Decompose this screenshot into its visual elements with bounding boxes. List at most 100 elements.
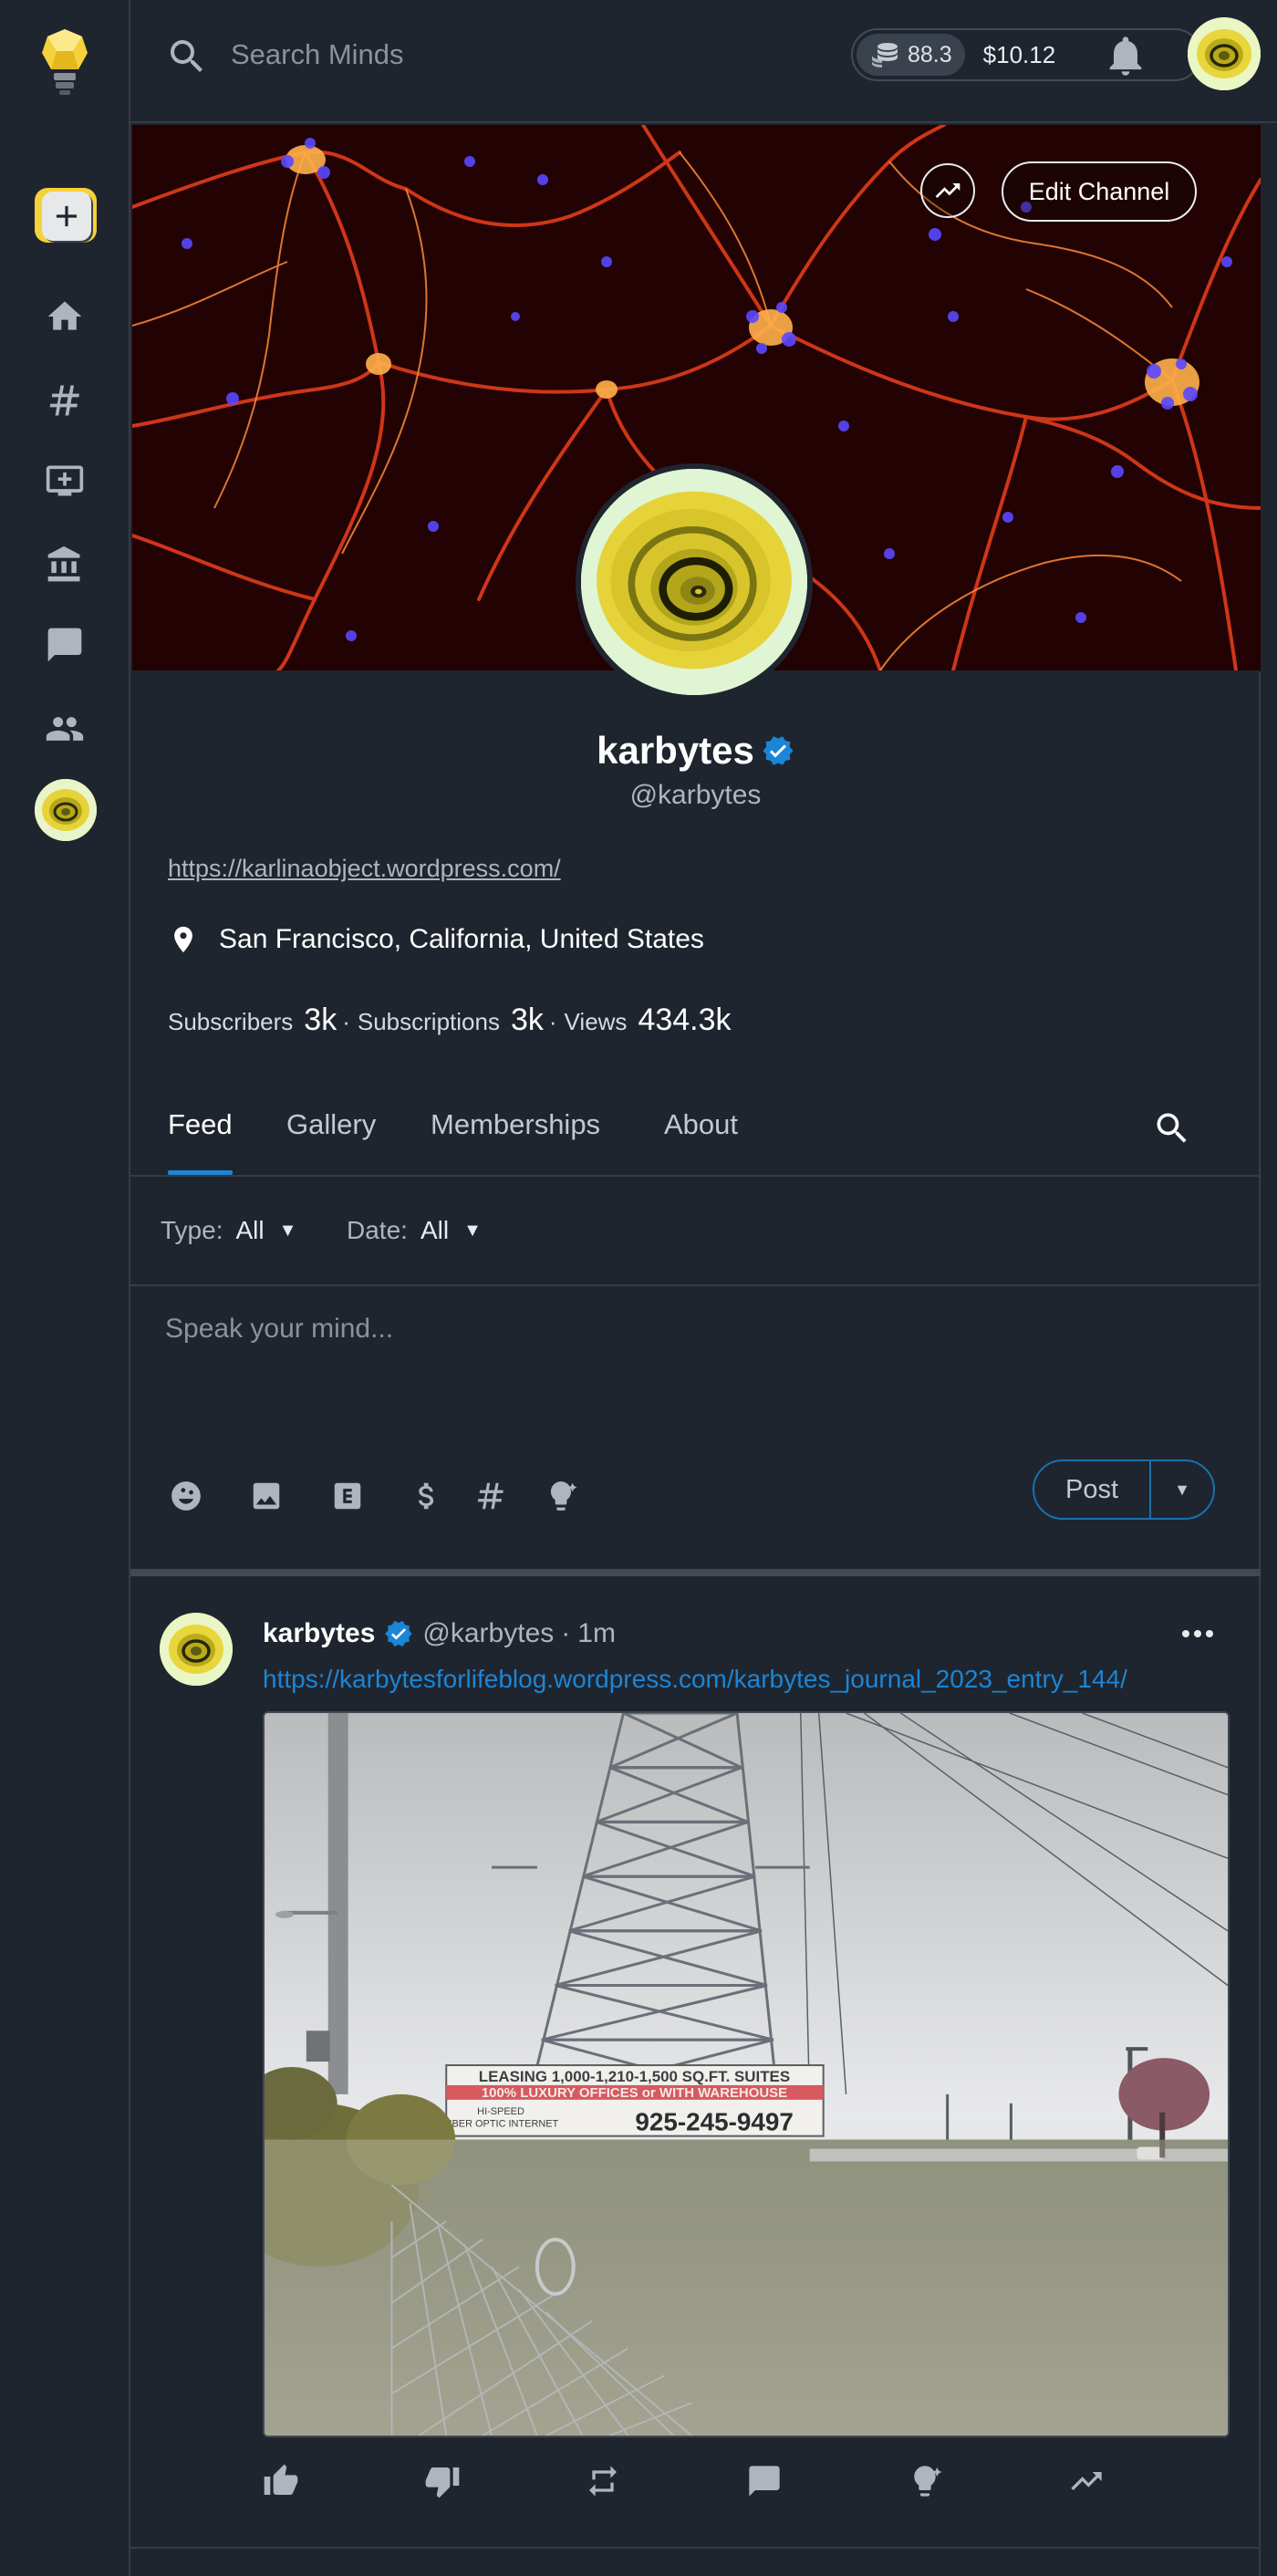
sidebar-item-messenger[interactable] bbox=[33, 613, 97, 677]
sidebar-item-groups[interactable] bbox=[33, 697, 97, 761]
date-filter-dropdown[interactable]: Date: All ▼ bbox=[347, 1216, 482, 1245]
plus-icon bbox=[56, 205, 78, 227]
post-image[interactable]: LEASING 1,000-1,210-1,500 SQ.FT. SUITES … bbox=[263, 1711, 1230, 2437]
subscribers-label[interactable]: Subscribers bbox=[168, 1008, 293, 1036]
post-upvote-button[interactable] bbox=[263, 2463, 305, 2505]
stats-separator: · bbox=[548, 1008, 557, 1035]
subscriptions-label[interactable]: Subscriptions bbox=[358, 1008, 500, 1036]
stats-separator: · bbox=[342, 1008, 350, 1035]
comment-icon bbox=[749, 2466, 780, 2497]
channel-username: @karbytes bbox=[629, 780, 762, 810]
hashtag-icon bbox=[477, 1482, 504, 1510]
type-filter-dropdown[interactable]: Type: All ▼ bbox=[161, 1216, 296, 1245]
token-balance: 88.3 bbox=[857, 34, 965, 76]
post-composer: Post ▼ bbox=[130, 1286, 1261, 1569]
feed-filters: Type: All ▼ Date: All ▼ bbox=[130, 1177, 1261, 1286]
subscriptions-count[interactable]: 3k bbox=[511, 1002, 544, 1038]
sidebar-item-newsfeed[interactable] bbox=[33, 285, 97, 348]
compose-button[interactable] bbox=[35, 188, 97, 243]
composer-divider bbox=[130, 1569, 1261, 1576]
composer-boost-button[interactable] bbox=[541, 1476, 581, 1516]
user-avatar-menu[interactable] bbox=[1188, 17, 1261, 90]
composer-hashtag-button[interactable] bbox=[471, 1476, 511, 1516]
subscribers-count[interactable]: 3k bbox=[304, 1002, 337, 1038]
post-timestamp[interactable]: 1m bbox=[577, 1618, 616, 1649]
feed-search-icon[interactable] bbox=[1152, 1108, 1192, 1148]
minds-logo-icon[interactable] bbox=[38, 27, 91, 97]
search-icon[interactable] bbox=[165, 35, 209, 78]
topbar: 88.3 $10.12 bbox=[130, 0, 1277, 123]
dollar-icon bbox=[419, 1482, 434, 1510]
avatar-image bbox=[581, 469, 807, 695]
sidebar-avatar[interactable] bbox=[35, 779, 97, 841]
avatar-image bbox=[1188, 17, 1261, 90]
post-more-menu[interactable] bbox=[1178, 1620, 1218, 1647]
post-boost-button[interactable] bbox=[907, 2463, 949, 2505]
token-amount: 88.3 bbox=[908, 41, 952, 68]
sign-line-2: 100% LUXURY OFFICES or WITH WAREHOUSE bbox=[482, 2085, 787, 2101]
location-text: San Francisco, California, United States bbox=[219, 924, 704, 954]
avatar-image bbox=[160, 1613, 233, 1686]
composer-monetize-button[interactable] bbox=[407, 1476, 447, 1516]
post-remind-button[interactable] bbox=[585, 2463, 627, 2505]
verified-badge-icon bbox=[763, 736, 794, 765]
post-separator: · bbox=[561, 1618, 571, 1648]
search-input[interactable] bbox=[231, 27, 687, 82]
views-count: 434.3k bbox=[638, 1002, 732, 1037]
verified-badge-icon bbox=[385, 1621, 413, 1646]
edit-channel-button[interactable]: Edit Channel bbox=[1002, 161, 1197, 222]
dot bbox=[1206, 1630, 1213, 1637]
composer-input[interactable] bbox=[165, 1314, 1168, 1387]
views-label: Views bbox=[564, 1008, 628, 1035]
remind-icon bbox=[589, 2466, 617, 2497]
post-comment-button[interactable] bbox=[746, 2463, 788, 2505]
home-icon bbox=[47, 301, 82, 330]
channel-trending-button[interactable] bbox=[920, 163, 975, 218]
monitor-add-icon bbox=[46, 465, 84, 496]
channel-name-text: karbytes bbox=[597, 729, 754, 772]
trending-icon bbox=[935, 183, 960, 198]
channel-tabs: Feed Gallery Memberships About bbox=[130, 1074, 1261, 1177]
composer-emoji-button[interactable] bbox=[166, 1476, 206, 1516]
post-downvote-button[interactable] bbox=[424, 2463, 466, 2505]
post-author-handle[interactable]: @karbytes bbox=[422, 1618, 554, 1649]
post-options-dropdown[interactable]: ▼ bbox=[1151, 1461, 1213, 1518]
boost-icon bbox=[914, 2466, 942, 2497]
location-pin-icon bbox=[174, 926, 192, 953]
sign-phone: 925-245-9497 bbox=[635, 2108, 794, 2136]
channel-location: San Francisco, California, United States bbox=[168, 924, 704, 955]
sidebar-item-wallet[interactable] bbox=[33, 533, 97, 597]
thumbs-up-icon bbox=[264, 2464, 298, 2495]
date-filter-label: Date: bbox=[347, 1216, 408, 1244]
type-filter-value: All bbox=[235, 1216, 265, 1244]
post-link[interactable]: https://karbytesforlifeblog.wordpress.co… bbox=[263, 1665, 1127, 1694]
tab-memberships[interactable]: Memberships bbox=[431, 1074, 600, 1175]
caret-down-icon: ▼ bbox=[1174, 1480, 1190, 1499]
post-button[interactable]: Post bbox=[1034, 1461, 1151, 1518]
channel-website-link[interactable]: https://karlinaobject.wordpress.com/ bbox=[168, 855, 561, 883]
activity-post: karbytes @karbytes · 1m https://karbytes… bbox=[130, 1576, 1261, 2549]
trending-icon bbox=[1071, 2472, 1102, 2490]
tab-about[interactable]: About bbox=[664, 1074, 738, 1175]
bank-icon bbox=[47, 545, 80, 582]
sidebar-item-discovery[interactable] bbox=[33, 369, 97, 432]
post-author-avatar[interactable] bbox=[160, 1613, 233, 1686]
sidebar-item-boost-console[interactable] bbox=[33, 449, 97, 513]
post-author-name[interactable]: karbytes bbox=[263, 1618, 375, 1649]
post-button-group: Post ▼ bbox=[1033, 1459, 1215, 1520]
channel-main: karbytes @karbytes https://karlinaobject… bbox=[130, 672, 1261, 2576]
notifications-bell-icon[interactable] bbox=[1102, 32, 1149, 79]
hashtag-icon bbox=[49, 385, 79, 416]
composer-blog-button[interactable] bbox=[327, 1476, 368, 1516]
channel-stats: Subscribers 3k · Subscriptions 3k · View… bbox=[168, 1002, 737, 1038]
post-trending-button[interactable] bbox=[1068, 2463, 1110, 2505]
caret-down-icon: ▼ bbox=[463, 1220, 482, 1241]
composer-image-button[interactable] bbox=[246, 1476, 286, 1516]
avatar-image bbox=[35, 779, 97, 841]
boost-icon bbox=[550, 1481, 577, 1511]
tab-gallery[interactable]: Gallery bbox=[286, 1074, 376, 1175]
profile-avatar[interactable] bbox=[576, 463, 813, 701]
image-icon bbox=[253, 1482, 280, 1510]
post-header: karbytes @karbytes · 1m bbox=[263, 1618, 616, 1649]
tab-feed[interactable]: Feed bbox=[168, 1074, 233, 1175]
